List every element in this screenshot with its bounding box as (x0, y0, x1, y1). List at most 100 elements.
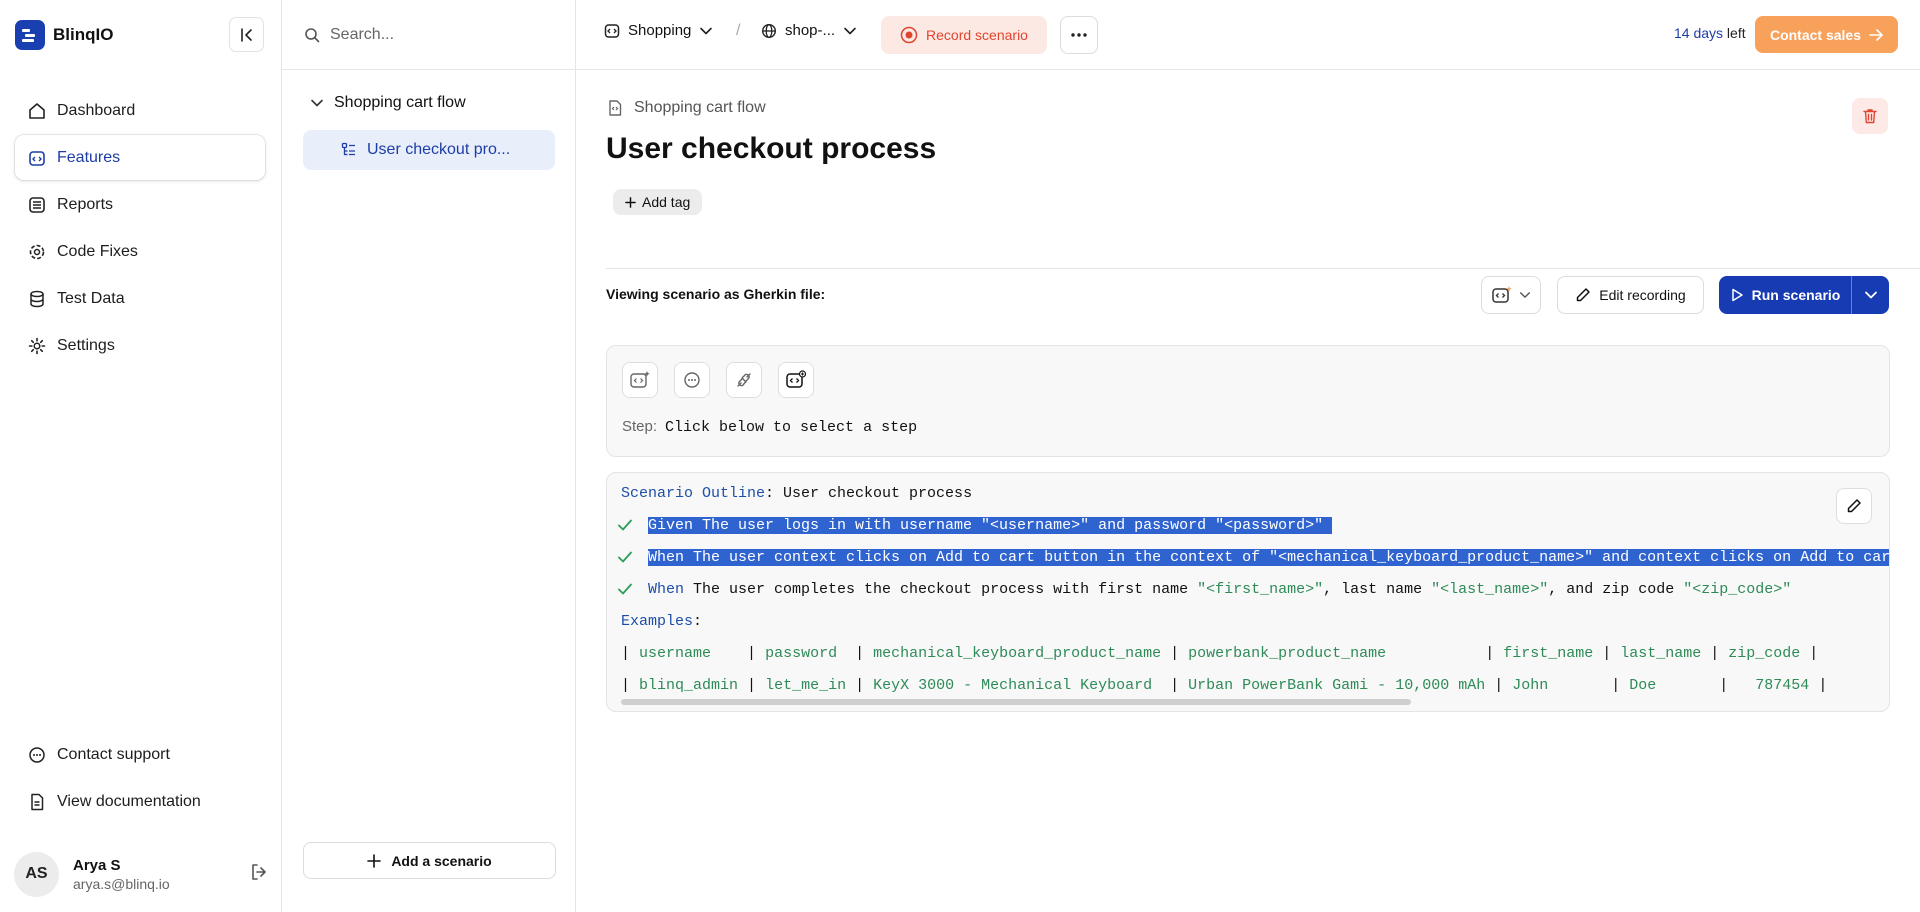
search-bar (282, 0, 575, 70)
comment-tool-button[interactable] (674, 362, 710, 398)
examples-keyword: Examples (621, 613, 694, 630)
table-cell: password (765, 645, 847, 662)
table-cell: let_me_in (765, 677, 847, 694)
code-plus-icon (785, 370, 807, 390)
search-icon (304, 27, 320, 43)
trial-days: 14 days (1674, 25, 1724, 41)
add-tag-button[interactable]: Add tag (613, 189, 703, 215)
step-3-keyword: When (648, 581, 685, 598)
contact-support-label: Contact support (57, 745, 170, 763)
ai-options-dropdown[interactable] (1481, 276, 1541, 314)
project-icon (604, 23, 620, 39)
table-cell: username (639, 645, 739, 662)
selected-step: Step: Click below to select a step (622, 418, 917, 436)
sidebar-item-label: Features (57, 148, 121, 166)
collapse-left-icon (240, 27, 252, 42)
search-input[interactable] (330, 25, 550, 44)
sidebar-item-code-fixes[interactable]: Code Fixes (15, 229, 265, 274)
connect-tool-button[interactable] (726, 362, 762, 398)
chevron-down-icon[interactable] (310, 96, 324, 110)
sidebar-item-features[interactable]: Features (15, 135, 265, 180)
contact-sales-label: Contact sales (1769, 26, 1862, 43)
trash-icon (1861, 107, 1879, 125)
table-cell: last_name (1620, 645, 1702, 662)
avatar[interactable]: AS (14, 851, 59, 897)
collapse-sidebar-button[interactable] (229, 17, 264, 52)
step-text: Click below to select a step (665, 419, 918, 436)
tree-item-user-checkout-process[interactable]: User checkout pro... (303, 130, 555, 170)
edit-recording-button[interactable]: Edit recording (1557, 276, 1704, 314)
tree-item-label: User checkout pro... (367, 141, 511, 158)
step-1-text: Given The user logs in with username "<u… (648, 517, 1324, 534)
contact-support-link[interactable]: Contact support (15, 732, 265, 777)
brand[interactable]: BlinqIO (15, 20, 113, 50)
ai-code-icon (1491, 285, 1513, 305)
view-documentation-link[interactable]: View documentation (15, 779, 265, 824)
more-options-button[interactable] (1060, 16, 1098, 54)
scenario-outline-keyword: Scenario Outline (621, 485, 766, 502)
main-content: Shopping cart flow User checkout process… (576, 70, 1920, 912)
sidebar-item-settings[interactable]: Settings (15, 323, 265, 368)
step-3-text-a: The user completes the checkout process … (684, 581, 1198, 598)
viewing-label: Viewing scenario as Gherkin file: (606, 286, 826, 302)
record-scenario-label: Record scenario (926, 27, 1028, 43)
divider (606, 268, 1920, 269)
plus-icon (367, 853, 382, 868)
examples-colon: : (693, 613, 703, 630)
gherkin-step-1[interactable]: Given The user logs in with username "<u… (648, 517, 1333, 534)
plus-icon (625, 196, 636, 208)
tree-folder-shopping-cart-flow[interactable]: Shopping cart flow (310, 94, 466, 112)
logout-icon[interactable] (249, 862, 269, 882)
blinqio-logo-icon (15, 20, 45, 50)
sidebar-item-reports[interactable]: Reports (15, 182, 265, 227)
environment-selector[interactable]: shop-... (761, 22, 857, 39)
page-title: User checkout process (606, 132, 937, 165)
user-profile: AS Arya S arya.s@blinq.io (14, 851, 269, 897)
feature-name: Shopping cart flow (634, 99, 766, 116)
sidebar-item-test-data[interactable]: Test Data (15, 276, 265, 321)
project-selector[interactable]: Shopping (604, 22, 713, 39)
ai-generate-tool-button[interactable] (622, 362, 658, 398)
run-options-button[interactable] (1852, 276, 1889, 314)
table-cell: 787454 (1737, 677, 1810, 694)
sidebar-item-label: Settings (57, 336, 115, 354)
arrow-right-icon (1869, 28, 1883, 42)
scenario-outline-title: : User checkout process (765, 485, 973, 502)
sidebar-item-dashboard[interactable]: Dashboard (15, 88, 265, 133)
user-name: Arya S (73, 856, 121, 874)
check-icon (617, 517, 633, 533)
run-scenario-label: Run scenario (1751, 287, 1841, 303)
step-2-text: When The user context clicks on Add to c… (648, 549, 1889, 566)
breadcrumb-separator: / (736, 22, 741, 39)
app-name: BlinqIO (53, 25, 114, 44)
environment-name: shop-... (785, 22, 836, 39)
gherkin-code-panel[interactable]: Scenario Outline: User checkout process … (606, 472, 1890, 712)
table-cell: first_name (1503, 645, 1594, 662)
add-scenario-button[interactable]: Add a scenario (303, 842, 556, 879)
table-cell: Doe (1629, 677, 1711, 694)
table-cell: blinq_admin (639, 677, 739, 694)
record-scenario-button[interactable]: Record scenario (881, 16, 1047, 54)
sidebar-item-label: Reports (57, 195, 114, 213)
add-code-tool-button[interactable] (778, 362, 814, 398)
feature-breadcrumb[interactable]: Shopping cart flow (606, 99, 766, 117)
table-cell: powerbank_product_name (1188, 645, 1477, 662)
gherkin-step-3[interactable]: When The user completes the checkout pro… (648, 581, 1791, 598)
sidebar: BlinqIO Dashboard Features Reports Code … (0, 0, 282, 912)
check-icon (617, 549, 633, 565)
step-3-param-first-name: "<first_name>" (1197, 581, 1324, 598)
gherkin-step-2[interactable]: When The user context clicks on Add to c… (648, 549, 1889, 566)
edit-gherkin-button[interactable] (1836, 488, 1872, 524)
project-name: Shopping (628, 22, 692, 39)
pencil-icon (1575, 287, 1591, 303)
chevron-down-icon (843, 24, 857, 38)
horizontal-scrollbar[interactable] (621, 699, 1411, 705)
contact-sales-button[interactable]: Contact sales (1755, 16, 1898, 53)
add-scenario-label: Add a scenario (391, 852, 492, 869)
delete-scenario-button[interactable] (1852, 98, 1888, 134)
user-email: arya.s@blinq.io (73, 875, 170, 892)
edit-recording-label: Edit recording (1599, 287, 1686, 303)
run-scenario-button[interactable]: Run scenario (1719, 276, 1852, 314)
trial-suffix: left (1723, 25, 1746, 41)
step-3-param-zip-code: "<zip_code>" (1683, 581, 1792, 598)
